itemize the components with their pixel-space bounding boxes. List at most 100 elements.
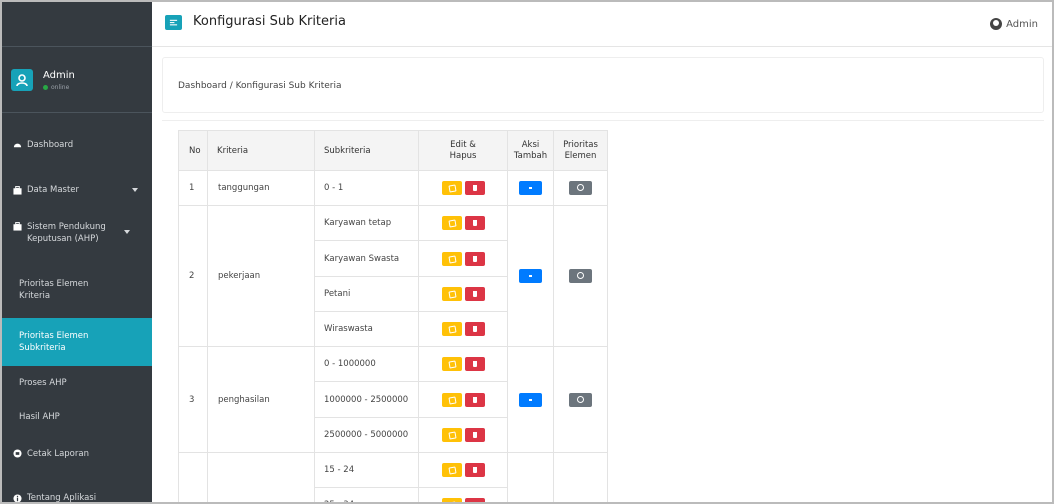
row-add-cell <box>507 170 554 206</box>
row-kriteria: tanggungan <box>207 170 315 206</box>
edit-button[interactable] <box>441 216 462 230</box>
user-name: Admin <box>43 69 75 81</box>
row-edit-cell <box>418 417 508 453</box>
delete-button[interactable] <box>464 181 485 195</box>
row-no: 3 <box>178 346 208 453</box>
add-button[interactable] <box>519 269 542 283</box>
sidebar-item-dashboard[interactable]: Dashboard <box>0 113 152 176</box>
breadcrumb[interactable]: Dashboard / Konfigurasi Sub Kriteria <box>178 81 341 91</box>
menu-lines-icon <box>169 19 178 26</box>
delete-button[interactable] <box>464 428 485 442</box>
row-edit-cell <box>418 276 508 312</box>
row-add-cell <box>507 205 554 347</box>
table-header-row: No Kriteria Subkriteria Edit & Hapus Aks… <box>178 130 608 171</box>
row-kriteria <box>207 452 315 504</box>
edit-button[interactable] <box>441 357 462 371</box>
chevron-down-icon <box>124 230 130 234</box>
sidebar-item-tentang-aplikasi[interactable]: Tentang Aplikasi <box>0 473 152 504</box>
row-priority-cell <box>553 170 608 206</box>
table-row: 1 tanggungan 0 - 1 <box>178 170 608 206</box>
chevron-down-icon <box>132 188 138 192</box>
table-row: 15 - 24 <box>178 452 608 504</box>
sidebar-item-prioritas-subkriteria[interactable]: Prioritas Elemen Subkriteria <box>0 318 152 366</box>
row-priority-cell <box>553 452 608 504</box>
sidebar-item-hasil-ahp[interactable]: Hasil AHP <box>0 400 152 434</box>
edit-button[interactable] <box>441 428 462 442</box>
header-text: Hapus <box>449 150 477 161</box>
user-menu[interactable]: Admin <box>990 18 1038 30</box>
header-text: Edit & <box>450 139 476 150</box>
edit-button[interactable] <box>441 498 462 504</box>
sidebar-brand <box>0 0 152 47</box>
priority-button[interactable] <box>569 181 592 195</box>
row-subkriteria: 0 - 1 <box>314 170 419 206</box>
user-panel[interactable]: Admin online <box>0 47 152 113</box>
row-priority-cell <box>553 346 608 453</box>
delete-button[interactable] <box>464 498 485 504</box>
priority-button[interactable] <box>569 269 592 283</box>
breadcrumb-bar: Dashboard / Konfigurasi Sub Kriteria <box>162 57 1044 113</box>
sidebar-item-label: Cetak Laporan <box>27 448 89 459</box>
column-header-aksi-tambah: Aksi Tambah <box>507 130 554 171</box>
subkriteria-table: No Kriteria Subkriteria Edit & Hapus Aks… <box>178 130 608 504</box>
delete-button[interactable] <box>464 392 485 407</box>
delete-button[interactable] <box>464 322 485 336</box>
row-subkriteria: Karyawan Swasta <box>314 240 419 277</box>
header-text: Aksi <box>521 139 540 150</box>
add-button[interactable] <box>519 181 542 195</box>
sidebar-item-label: Prioritas Elemen Kriteria <box>19 279 89 301</box>
edit-button[interactable] <box>441 463 462 477</box>
sidebar-item-label: Sistem Pendukung Keputusan (AHP) <box>27 222 106 244</box>
add-button[interactable] <box>519 392 542 407</box>
row-subkriteria: 1000000 - 2500000 <box>314 381 419 418</box>
app: Admin online Dashboard Data Master Siste… <box>0 0 1054 504</box>
delete-button[interactable] <box>464 287 485 301</box>
top-header: Konfigurasi Sub Kriteria Admin <box>152 0 1054 47</box>
row-kriteria: penghasilan <box>207 346 315 453</box>
row-edit-cell <box>418 346 508 382</box>
edit-button[interactable] <box>441 287 462 301</box>
sidebar-item-data-master[interactable]: Data Master <box>0 176 152 204</box>
row-subkriteria: 15 - 24 <box>314 452 419 488</box>
row-kriteria: pekerjaan <box>207 205 315 347</box>
delete-button[interactable] <box>464 463 485 477</box>
row-edit-cell <box>418 311 508 347</box>
user-avatar-icon <box>11 68 33 91</box>
sidebar-item-label: Prioritas Elemen Subkriteria <box>19 331 89 353</box>
sidebar-item-label: Tentang Aplikasi <box>27 493 97 503</box>
sidebar-item-label: Dashboard <box>27 139 74 150</box>
delete-button[interactable] <box>464 357 485 371</box>
row-subkriteria: Karyawan tetap <box>314 205 419 241</box>
menu-toggle-button[interactable] <box>165 15 182 30</box>
edit-button[interactable] <box>441 392 462 407</box>
dashboard-icon <box>12 140 22 150</box>
row-edit-cell <box>418 381 508 418</box>
column-header-edit-hapus: Edit & Hapus <box>418 130 508 171</box>
row-edit-cell <box>418 452 508 488</box>
table-row: 2 pekerjaan Karyawan tetap <box>178 205 608 347</box>
page-title: Konfigurasi Sub Kriteria <box>193 14 346 29</box>
sidebar-item-cetak-laporan[interactable]: Cetak Laporan <box>0 434 152 473</box>
sidebar-item-proses-ahp[interactable]: Proses AHP <box>0 366 152 400</box>
sidebar-item-spk-ahp[interactable]: Sistem Pendukung Keputusan (AHP) <box>0 204 152 262</box>
sidebar-item-prioritas-kriteria[interactable]: Prioritas Elemen Kriteria <box>0 262 152 318</box>
edit-button[interactable] <box>441 322 462 336</box>
row-subkriteria: 25 - 34 <box>314 487 419 504</box>
header-text: Prioritas <box>563 139 598 150</box>
delete-button[interactable] <box>464 251 485 266</box>
row-add-cell <box>507 452 554 504</box>
edit-button[interactable] <box>441 251 462 266</box>
print-icon <box>12 449 22 459</box>
sidebar-menu: Dashboard Data Master Sistem Pendukung K… <box>0 113 152 504</box>
user-status: online <box>43 84 75 91</box>
column-header-no: No <box>178 130 208 171</box>
priority-button[interactable] <box>569 392 592 407</box>
delete-button[interactable] <box>464 216 485 230</box>
column-header-prioritas-elemen: Prioritas Elemen <box>553 130 608 171</box>
row-edit-cell <box>418 205 508 241</box>
column-header-subkriteria: Subkriteria <box>314 130 419 171</box>
edit-button[interactable] <box>441 181 462 195</box>
row-subkriteria: 2500000 - 5000000 <box>314 417 419 453</box>
sidebar-item-label: Data Master <box>27 185 80 195</box>
row-edit-cell <box>418 487 508 504</box>
